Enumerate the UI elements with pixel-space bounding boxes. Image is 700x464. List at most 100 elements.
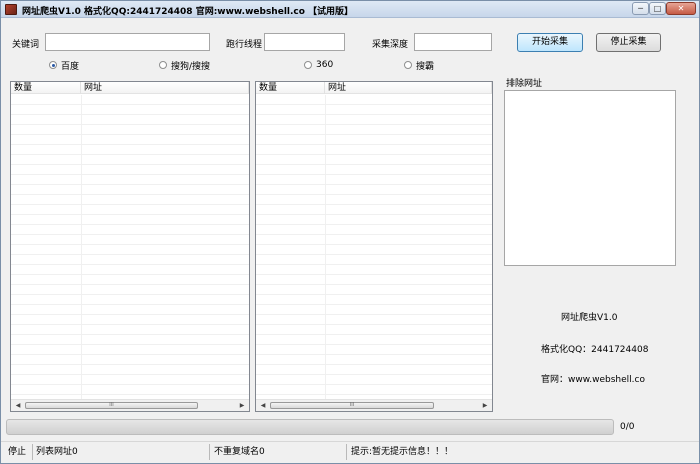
list-empty-row <box>256 375 492 385</box>
url-list-right[interactable]: 数量 网址 ◀ III ▶ <box>255 81 493 412</box>
scroll-left-arrow-icon[interactable]: ◀ <box>257 400 269 411</box>
list-empty-row <box>256 285 492 295</box>
app-icon <box>5 4 17 15</box>
status-bar: 停止 列表网址0 不重复域名0 提示:暂无提示信息！！！ <box>1 441 699 463</box>
depth-input[interactable] <box>414 33 492 51</box>
maximize-button[interactable]: □ <box>649 2 666 15</box>
close-button[interactable]: ✕ <box>666 2 696 15</box>
radio-label: 360 <box>316 60 334 70</box>
list-empty-row <box>256 195 492 205</box>
list-empty-row <box>256 125 492 135</box>
list-empty-row <box>11 235 249 245</box>
list-empty-row <box>11 245 249 255</box>
scroll-left-arrow-icon[interactable]: ◀ <box>12 400 24 411</box>
threads-input[interactable] <box>264 33 345 51</box>
list-empty-row <box>11 205 249 215</box>
list-empty-row <box>11 165 249 175</box>
radio-baidu[interactable]: 百度 <box>49 59 79 72</box>
url-list-left[interactable]: 数量 网址 ◀ III ▶ <box>10 81 250 412</box>
status-hint: 提示:暂无提示信息！！！ <box>351 447 454 457</box>
minimize-button[interactable]: ─ <box>632 2 649 15</box>
list-empty-row <box>11 125 249 135</box>
radio-indicator <box>304 61 312 69</box>
scroll-thumb[interactable]: III <box>270 402 434 409</box>
progress-text: 0/0 <box>620 422 635 432</box>
horizontal-scrollbar[interactable]: ◀ III ▶ <box>256 399 492 411</box>
list-empty-row <box>256 95 492 105</box>
status-unique-domains: 不重复域名0 <box>211 444 347 460</box>
keyword-input[interactable] <box>45 33 210 51</box>
start-button[interactable]: 开始采集 <box>517 33 583 52</box>
list-empty-row <box>256 235 492 245</box>
radio-indicator <box>49 61 57 69</box>
list-empty-row <box>256 255 492 265</box>
list-empty-row <box>11 255 249 265</box>
list-empty-row <box>11 375 249 385</box>
list-empty-row <box>11 155 249 165</box>
list-empty-row <box>11 305 249 315</box>
stop-button[interactable]: 停止采集 <box>596 33 661 52</box>
column-header-count[interactable]: 数量 <box>256 82 325 94</box>
radio-sogou[interactable]: 搜狗/搜搜 <box>159 59 211 72</box>
status-state: 停止 <box>5 444 33 460</box>
app-window: 网址爬虫V1.0 格式化QQ:2441724408 官网:www.webshel… <box>0 0 700 464</box>
list-empty-row <box>11 135 249 145</box>
info-app-name: 网址爬虫V1.0 <box>561 313 618 323</box>
list-empty-row <box>11 325 249 335</box>
column-header-count[interactable]: 数量 <box>11 82 81 94</box>
list-empty-row <box>11 225 249 235</box>
list-empty-row <box>256 365 492 375</box>
list-empty-row <box>256 135 492 145</box>
keyword-label: 关键词 <box>12 40 40 50</box>
info-qq: 格式化QQ：2441724408 <box>541 345 649 355</box>
list-empty-row <box>11 215 249 225</box>
list-empty-row <box>256 345 492 355</box>
list-empty-row <box>256 225 492 235</box>
radio-soba[interactable]: 搜霸 <box>404 59 435 72</box>
list-empty-row <box>11 335 249 345</box>
column-header-url[interactable]: 网址 <box>81 82 249 94</box>
radio-label: 搜狗/搜搜 <box>171 61 211 72</box>
exclude-textarea[interactable] <box>504 90 676 266</box>
scroll-right-arrow-icon[interactable]: ▶ <box>479 400 491 411</box>
list-empty-row <box>256 215 492 225</box>
list-body <box>256 95 492 399</box>
list-empty-row <box>256 335 492 345</box>
status-list-count: 列表网址0 <box>33 444 210 460</box>
depth-label: 采集深度 <box>372 40 409 50</box>
list-empty-row <box>256 245 492 255</box>
list-header: 数量 网址 <box>11 82 249 94</box>
list-empty-row <box>11 285 249 295</box>
horizontal-scrollbar[interactable]: ◀ III ▶ <box>11 399 249 411</box>
list-empty-row <box>11 175 249 185</box>
list-empty-row <box>11 275 249 285</box>
list-empty-row <box>256 295 492 305</box>
scroll-right-arrow-icon[interactable]: ▶ <box>236 400 248 411</box>
list-empty-row <box>11 365 249 375</box>
radio-label: 搜霸 <box>416 61 435 72</box>
column-header-url[interactable]: 网址 <box>325 82 492 94</box>
list-body <box>11 95 249 399</box>
list-empty-row <box>256 305 492 315</box>
radio-360[interactable]: 360 <box>304 59 333 71</box>
list-empty-row <box>256 175 492 185</box>
title-bar: 网址爬虫V1.0 格式化QQ:2441724408 官网:www.webshel… <box>1 1 699 18</box>
progress-bar <box>6 419 614 435</box>
list-empty-row <box>11 385 249 395</box>
list-empty-row <box>256 265 492 275</box>
list-empty-row <box>256 275 492 285</box>
list-empty-row <box>11 185 249 195</box>
exclude-title: 排除网址 <box>506 79 543 89</box>
radio-indicator <box>404 61 412 69</box>
list-empty-row <box>11 295 249 305</box>
list-empty-row <box>11 265 249 275</box>
list-empty-row <box>11 355 249 365</box>
radio-indicator <box>159 61 167 69</box>
list-empty-row <box>256 315 492 325</box>
window-title: 网址爬虫V1.0 格式化QQ:2441724408 官网:www.webshel… <box>22 7 354 17</box>
list-empty-row <box>11 315 249 325</box>
list-empty-row <box>256 355 492 365</box>
info-website: 官网：www.webshell.co <box>541 375 645 385</box>
scroll-thumb[interactable]: III <box>25 402 198 409</box>
list-empty-row <box>256 145 492 155</box>
